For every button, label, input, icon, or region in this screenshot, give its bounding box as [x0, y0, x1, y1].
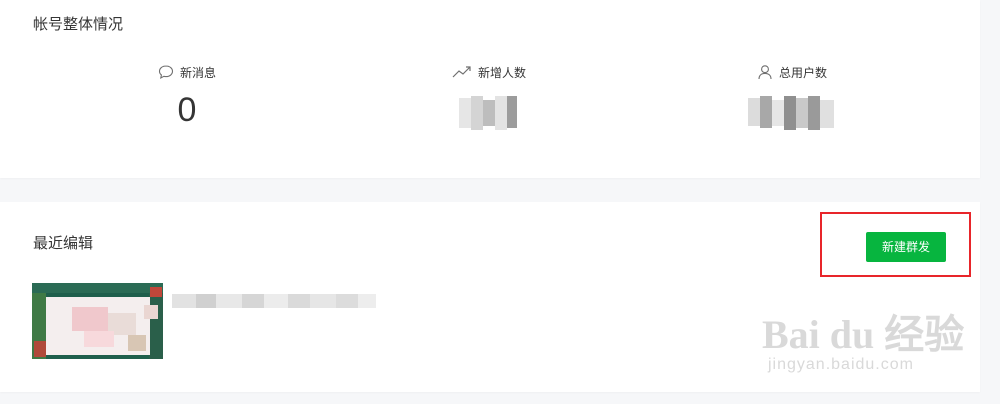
stat-label: 新增人数 — [477, 65, 526, 80]
stat-label: 总用户数 — [778, 65, 827, 80]
user-icon — [758, 65, 772, 80]
article-thumbnail[interactable] — [32, 283, 163, 359]
redacted-article-title[interactable] — [172, 294, 376, 308]
redacted-value — [459, 96, 519, 130]
stat-new-messages: 新消息 0 — [77, 62, 297, 130]
account-overview-card: 帐号整体情况 新消息 0 新增人数 总用户数 — [0, 0, 980, 178]
section-title: 帐号整体情况 — [33, 15, 124, 33]
section-title: 最近编辑 — [33, 234, 94, 252]
stat-value: 0 — [177, 91, 197, 129]
stat-label: 新消息 — [179, 65, 216, 80]
new-broadcast-button[interactable]: 新建群发 — [866, 232, 946, 262]
redacted-value — [748, 96, 836, 130]
stat-total-users: 总用户数 — [682, 62, 902, 130]
stat-new-followers: 新增人数 — [379, 62, 599, 130]
trend-up-icon — [452, 66, 471, 78]
chat-bubble-icon — [158, 65, 174, 80]
